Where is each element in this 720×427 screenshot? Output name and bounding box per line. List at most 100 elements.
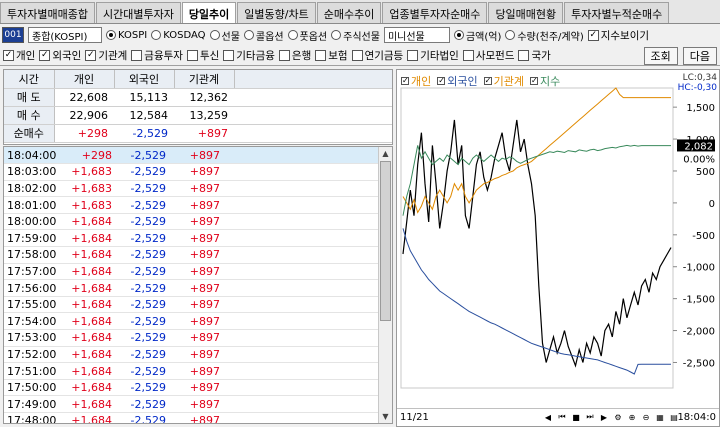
cell-spacer <box>226 296 379 314</box>
header-institution: 기관계 <box>174 70 235 89</box>
cell-a: +1,684 <box>64 213 118 231</box>
table-row[interactable]: 17:58:00 +1,684 -2,529 +897 <box>4 246 379 264</box>
table-row[interactable]: 17:59:00 +1,684 -2,529 +897 <box>4 229 379 248</box>
index-show-checkbox[interactable]: ✓ 지수보이기 <box>587 28 649 43</box>
market-radio-3[interactable]: 콜옵션 <box>243 28 284 43</box>
filter-checkbox-4[interactable]: 투신 <box>186 48 220 63</box>
market-radio-5[interactable]: 주식선물 <box>331 28 380 43</box>
cell-a: +1,684 <box>64 412 118 423</box>
table-row[interactable]: 17:57:00 +1,684 -2,529 +897 <box>4 263 379 281</box>
cell-c: +897 <box>172 147 226 165</box>
table-row[interactable]: 18:03:00 +1,683 -2,529 +897 <box>4 163 379 181</box>
checkbox-box: ✓ <box>3 50 14 61</box>
scroll-thumb[interactable] <box>380 161 391 321</box>
market-code[interactable]: 001 <box>2 27 24 43</box>
table-row[interactable]: 17:51:00 +1,684 -2,529 +897 <box>4 362 379 380</box>
checkbox-box <box>223 50 235 61</box>
filter-label: 투신 <box>199 50 220 62</box>
rewind-icon[interactable]: ⏮ <box>556 411 568 423</box>
filter-checkbox-7[interactable]: 보험 <box>315 48 348 63</box>
filter-checkbox-1[interactable]: ✓ 외국인 <box>39 48 81 63</box>
cell-b: -2,529 <box>118 346 172 364</box>
unit-radio-label: 수량(천주/계약) <box>517 31 584 43</box>
market-radio-0[interactable]: KOSPI <box>106 28 147 43</box>
mini-futures-select[interactable]: 미니선물 <box>383 27 450 43</box>
cell-a: +1,684 <box>64 229 118 248</box>
checkbox-box <box>518 50 530 61</box>
table-row[interactable]: 17:55:00 +1,684 -2,529 +897 <box>4 296 379 314</box>
tab-2[interactable]: 당일추이 <box>181 2 237 23</box>
scroll-right-icon[interactable]: ▶ <box>598 411 610 423</box>
cell-a: +298 <box>64 147 118 165</box>
scroll-up-icon[interactable]: ▲ <box>379 147 392 160</box>
filter-checkbox-2[interactable]: ✓ 기관계 <box>85 48 127 63</box>
cell-a: +1,684 <box>64 329 118 347</box>
filter-checkbox-6[interactable]: 은행 <box>278 48 311 63</box>
radio-dot <box>209 30 220 40</box>
radio-dot <box>106 30 116 40</box>
tab-7[interactable]: 투자자별누적순매수 <box>564 2 670 23</box>
net-individual: +298 <box>54 124 114 143</box>
table-row[interactable]: 17:56:00 +1,684 -2,529 +897 <box>4 279 379 297</box>
sell-label: 매 도 <box>4 88 55 107</box>
table-row[interactable]: 18:00:00 +1,684 -2,529 +897 <box>4 213 379 231</box>
tab-3[interactable]: 일별동향/차트 <box>237 2 316 23</box>
table-row[interactable]: 17:49:00 +1,684 -2,529 +897 <box>4 395 379 413</box>
filter-checkbox-3[interactable]: 금융투자 <box>131 48 183 63</box>
cell-c: +897 <box>172 412 226 423</box>
table-row[interactable]: 17:50:00 +1,684 -2,529 +897 <box>4 379 379 397</box>
market-radio-1[interactable]: KOSDAQ <box>151 28 206 43</box>
table-row[interactable]: 17:52:00 +1,684 -2,529 +897 <box>4 346 379 364</box>
table-row[interactable]: 17:53:00 +1,684 -2,529 +897 <box>4 329 379 347</box>
query-button[interactable]: 조회 <box>643 46 678 65</box>
radio-dot <box>287 30 298 40</box>
list-scrollbar[interactable]: ▲ ▼ <box>378 147 392 423</box>
buy-foreign: 12,584 <box>114 106 174 125</box>
scroll-left-icon[interactable]: ◀ <box>542 411 554 423</box>
net-spacer <box>234 124 392 143</box>
unit-radio-1[interactable]: 수량(천주/계약) <box>505 28 584 43</box>
tab-6[interactable]: 당일매매현황 <box>488 2 564 23</box>
filter-checkbox-8[interactable]: 연기금등 <box>351 48 403 63</box>
forward-icon[interactable]: ⏭ <box>584 411 596 423</box>
scroll-down-icon[interactable]: ▼ <box>379 410 392 423</box>
market-radio-4[interactable]: 풋옵션 <box>287 28 327 43</box>
filter-checkbox-10[interactable]: 사모펀드 <box>462 48 514 63</box>
time-series-list[interactable]: 18:04:00 +298 -2,529 +897 18:03:00 +1,683 -2,5… <box>3 146 393 424</box>
filter-label: 기타법인 <box>420 50 459 62</box>
next-button[interactable]: 다음 <box>682 46 717 65</box>
table-row[interactable]: 18:04:00 +298 -2,529 +897 <box>4 147 379 165</box>
intraday-chart[interactable]: ✓개인✓외국인✓기관계✓지수 LC:0,34 HC:-0,30 1,5001,0… <box>396 69 720 427</box>
cell-t: 18:01:00 <box>4 196 64 214</box>
buy-spacer <box>234 106 392 125</box>
zoom-in-icon[interactable]: ⊕ <box>626 411 638 423</box>
settings-icon[interactable]: ⚙ <box>612 411 624 423</box>
cell-b: -2,529 <box>118 362 172 380</box>
sell-individual: 22,608 <box>54 88 114 107</box>
table-row[interactable]: 17:48:00 +1,684 -2,529 +897 <box>4 412 379 423</box>
filter-checkbox-9[interactable]: 기타법인 <box>407 48 459 63</box>
filter-checkbox-0[interactable]: ✓ 개인 <box>3 48 35 63</box>
filter-checkbox-11[interactable]: 국가 <box>518 48 551 63</box>
grid-icon[interactable]: ▦ <box>654 411 666 423</box>
table-row[interactable]: 18:01:00 +1,683 -2,529 +897 <box>4 196 379 214</box>
table-row[interactable]: 17:54:00 +1,684 -2,529 +897 <box>4 312 379 331</box>
zoom-out-icon[interactable]: ⊖ <box>640 411 652 423</box>
tab-4[interactable]: 순매수추이 <box>316 2 382 23</box>
market-select[interactable]: 종합(KOSPI) <box>28 27 102 43</box>
tab-1[interactable]: 시간대별투자자 <box>95 2 181 23</box>
market-select-value: 종합(KOSPI) <box>32 31 88 43</box>
filter-checkbox-5[interactable]: 기타금융 <box>223 48 275 63</box>
tab-0[interactable]: 투자자별매매종합 <box>0 2 95 23</box>
unit-radio-0[interactable]: 금액(억) <box>453 28 501 43</box>
summary-row-buy: 매 수 22,906 12,584 13,259 <box>4 106 392 125</box>
table-row[interactable]: 18:02:00 +1,683 -2,529 +897 <box>4 180 379 198</box>
cell-t: 18:04:00 <box>4 147 64 165</box>
market-radio-2[interactable]: 선물 <box>209 28 240 43</box>
checkbox-box <box>462 50 474 61</box>
summary-header: 시간 개인 외국인 기관계 <box>4 70 392 89</box>
summary-row-net: 순매수 +298 -2,529 +897 <box>4 124 392 143</box>
filter-label: 보험 <box>328 50 348 62</box>
stop-icon[interactable]: ■ <box>570 411 582 423</box>
tab-5[interactable]: 업종별투자자순매수 <box>382 2 488 23</box>
